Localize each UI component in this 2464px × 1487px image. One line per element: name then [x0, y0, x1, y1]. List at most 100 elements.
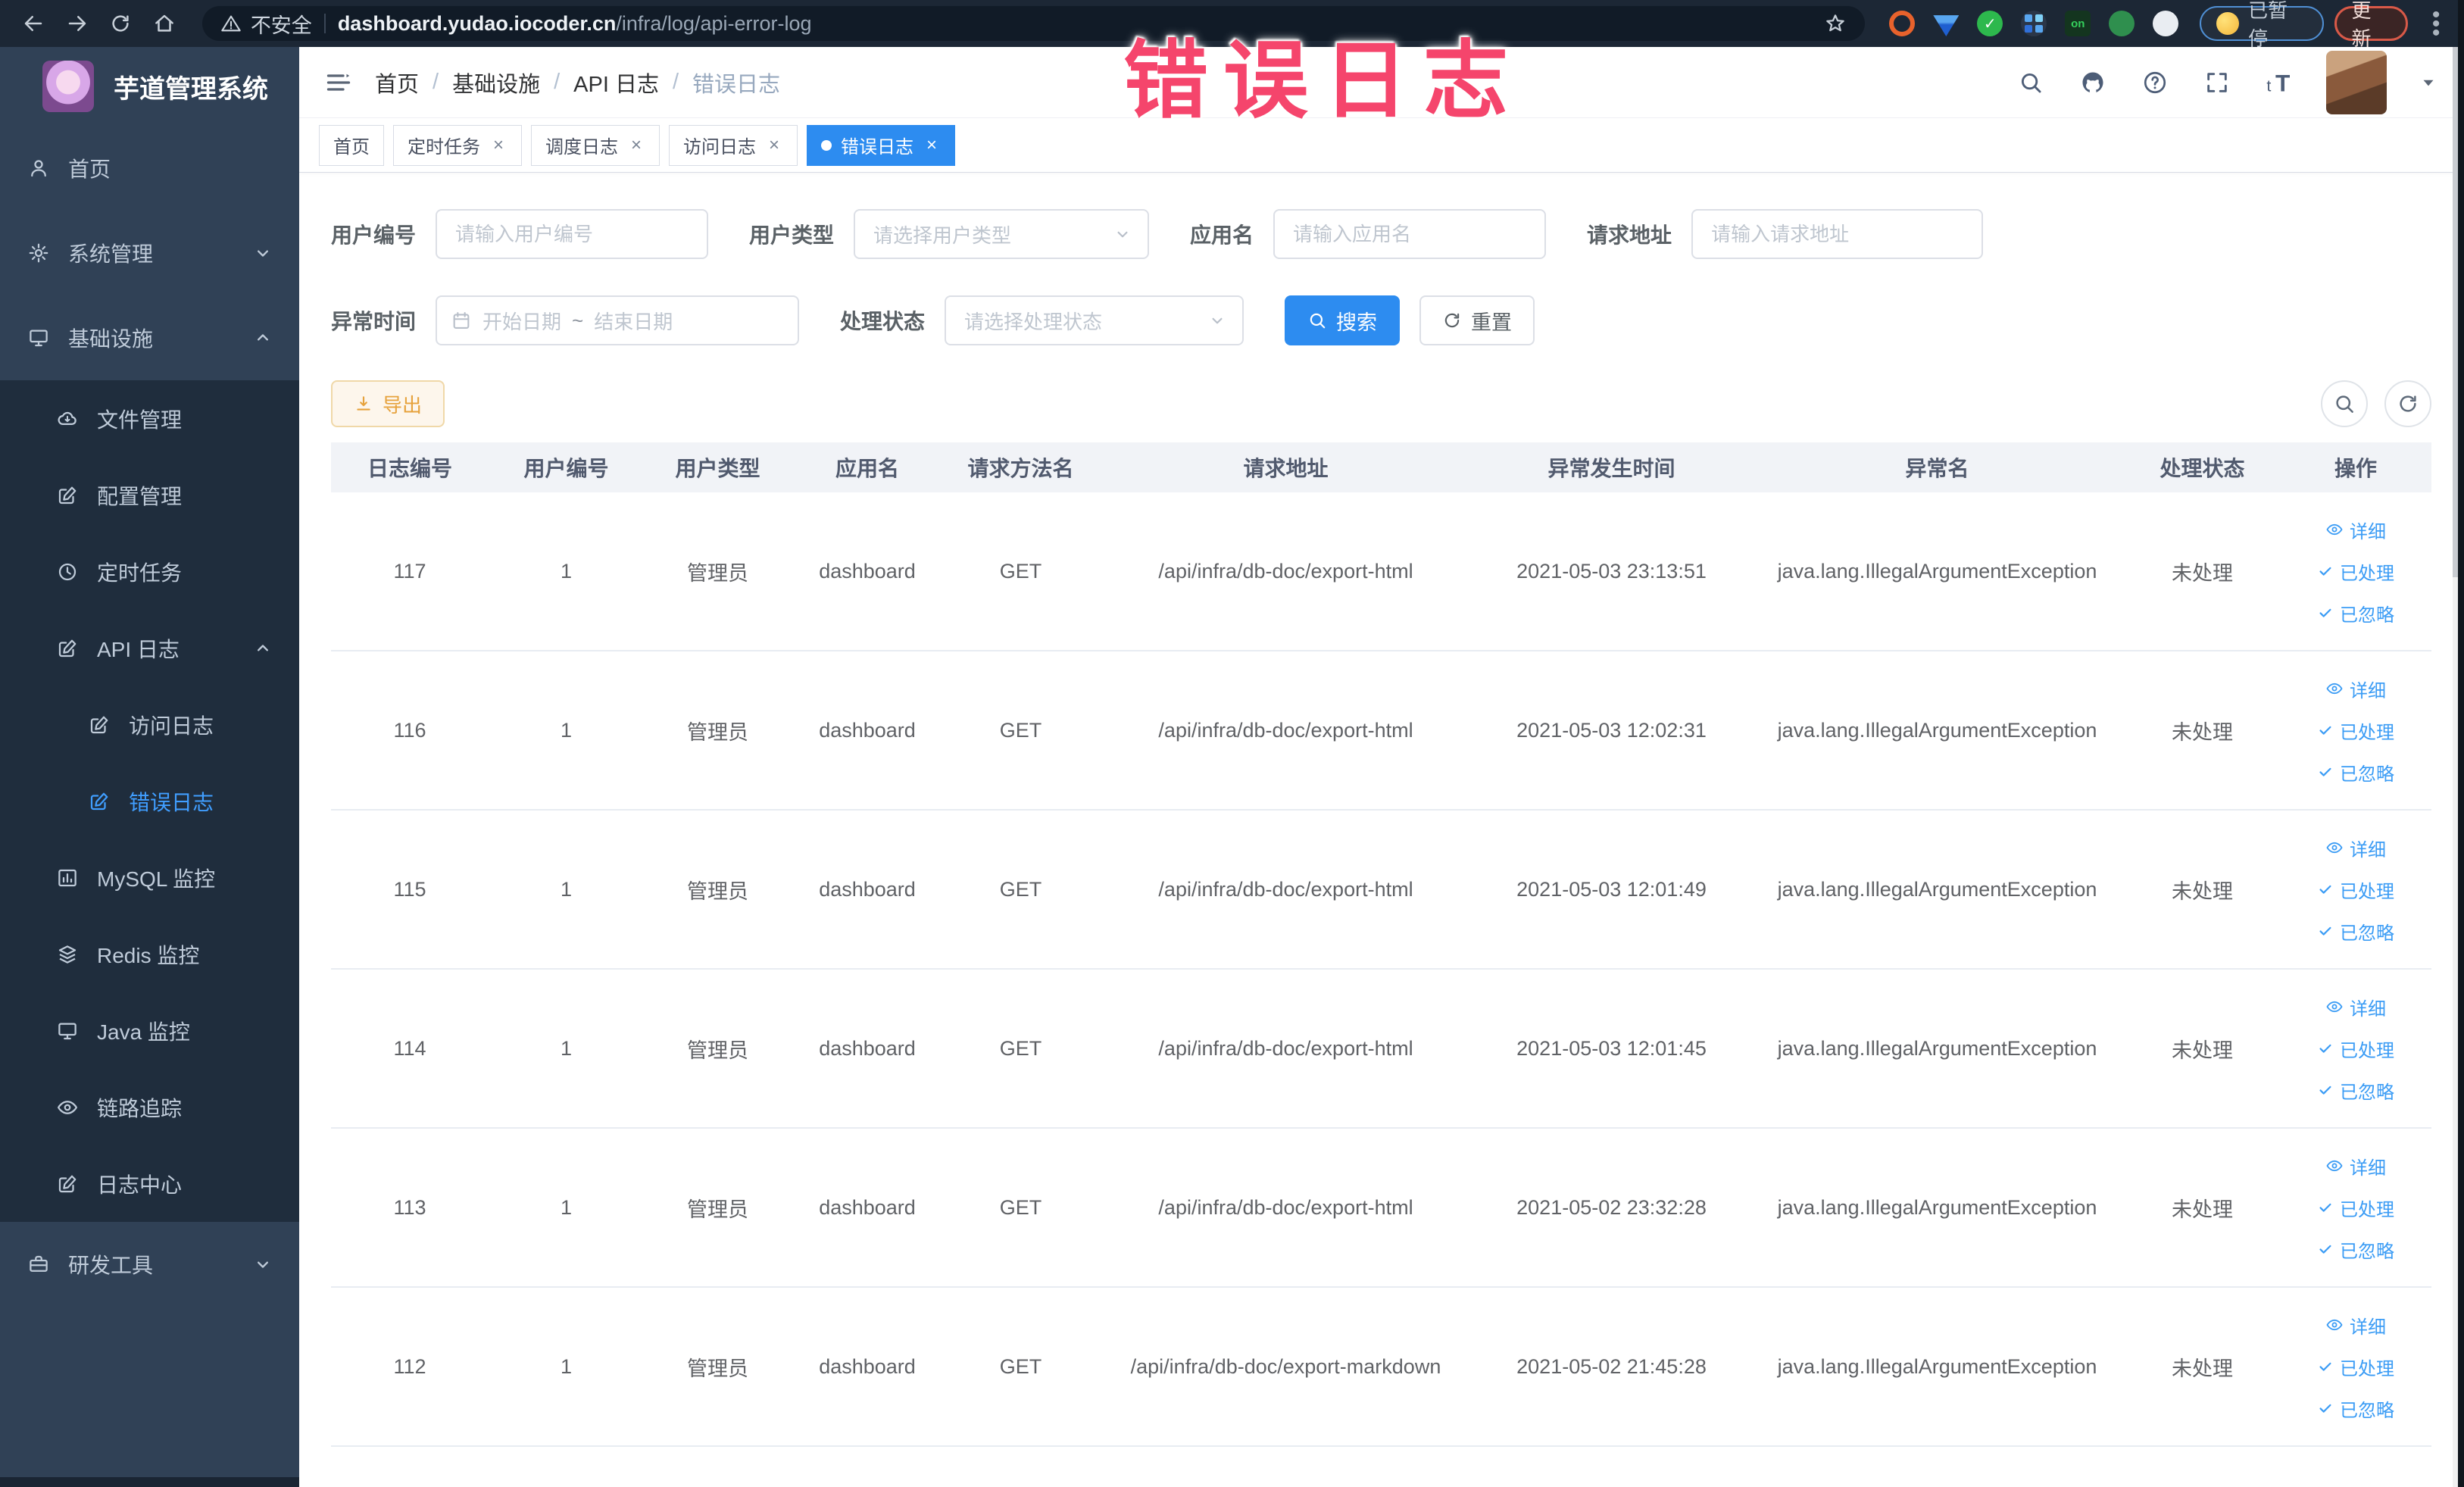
mark-ignored-link[interactable]: 已忽略	[2317, 1077, 2394, 1104]
extension-icon-green-leaf[interactable]	[2109, 11, 2135, 36]
user-id-input[interactable]	[436, 209, 709, 259]
mark-ignored-link[interactable]: 已忽略	[2317, 1395, 2394, 1422]
mark-ignored-link[interactable]: 已忽略	[2317, 759, 2394, 786]
browser-reload-button[interactable]	[104, 7, 137, 40]
breadcrumb-api-log[interactable]: API 日志	[573, 67, 659, 98]
close-icon[interactable]: ×	[923, 135, 941, 156]
user-type-cell: 管理员	[687, 1198, 748, 1221]
github-icon[interactable]	[2078, 67, 2108, 98]
exception-time-range-picker[interactable]: 开始日期 ~ 结束日期	[436, 295, 800, 345]
extension-icon-green-check[interactable]: ✓	[1977, 11, 2003, 36]
browser-forward-button[interactable]	[61, 7, 94, 40]
mark-ignored-link[interactable]: 已忽略	[2317, 600, 2394, 626]
search-icon[interactable]	[2016, 67, 2046, 98]
user-type-select[interactable]: 请选择用户类型	[854, 209, 1150, 259]
sidebar-item-home[interactable]: 首页	[0, 126, 299, 211]
extension-icon-blue-shield[interactable]	[1933, 15, 1960, 36]
close-icon[interactable]: ×	[489, 135, 507, 156]
mark-processed-link[interactable]: 已处理	[2317, 1036, 2394, 1062]
sidebar-item-scheduled-tasks[interactable]: 定时任务	[0, 533, 299, 610]
export-button[interactable]: 导出	[331, 380, 445, 427]
search-button[interactable]: 搜索	[1285, 295, 1401, 345]
app-name-input[interactable]	[1273, 209, 1547, 259]
mark-ignored-link[interactable]: 已忽略	[2317, 918, 2394, 945]
log-id-cell: 115	[393, 877, 426, 901]
breadcrumb-home[interactable]: 首页	[375, 67, 419, 98]
browser-update-button[interactable]: 更新	[2334, 0, 2409, 50]
security-indicator[interactable]: 不安全	[220, 9, 312, 39]
sidebar-item-access-log[interactable]: 访问日志	[0, 686, 299, 763]
user-avatar[interactable]	[2326, 50, 2387, 114]
tab-scheduled-tasks[interactable]: 定时任务 ×	[393, 124, 522, 166]
exception-name-cell: java.lang.IllegalArgumentException	[1777, 1354, 2097, 1378]
toggle-search-button[interactable]	[2321, 380, 2368, 427]
sidebar-item-error-log[interactable]: 错误日志	[0, 763, 299, 839]
address-bar[interactable]: 不安全 dashboard.yudao.iocoder.cn/infra/log…	[201, 6, 1866, 41]
edit-icon	[88, 714, 111, 736]
mark-processed-link[interactable]: 已处理	[2317, 558, 2394, 585]
reset-button[interactable]: 重置	[1419, 295, 1535, 345]
mark-processed-link[interactable]: 已处理	[2317, 1195, 2394, 1221]
tab-home[interactable]: 首页	[319, 124, 384, 166]
close-icon[interactable]: ×	[627, 135, 645, 156]
exception-time-cell: 2021-05-02 23:32:28	[1516, 1195, 1707, 1219]
detail-link[interactable]: 详细	[2325, 517, 2386, 543]
browser-home-button[interactable]	[148, 7, 181, 40]
extension-icon-grid[interactable]	[2021, 11, 2047, 36]
sidebar-item-infrastructure[interactable]: 基础设施	[0, 295, 299, 380]
browser-back-button[interactable]	[17, 7, 50, 40]
detail-link[interactable]: 详细	[2325, 1312, 2386, 1339]
process-status-select[interactable]: 请选择处理状态	[945, 295, 1244, 345]
extension-icon-on-badge[interactable]: on	[2065, 11, 2091, 36]
refresh-table-button[interactable]	[2384, 380, 2431, 427]
sidebar-item-mysql-monitor[interactable]: MySQL 监控	[0, 839, 299, 916]
detail-link[interactable]: 详细	[2325, 835, 2386, 861]
detail-link[interactable]: 详细	[2325, 1153, 2386, 1179]
profile-paused-badge[interactable]: 已暂停	[2200, 0, 2324, 50]
user-type-cell: 管理员	[687, 1039, 748, 1062]
process-status-label: 处理状态	[840, 310, 926, 333]
layers-icon	[56, 943, 79, 966]
eye-icon	[2325, 1157, 2344, 1175]
tab-access-log[interactable]: 访问日志 ×	[669, 124, 798, 166]
divider	[323, 14, 326, 33]
sidebar-item-system-management[interactable]: 系统管理	[0, 211, 299, 295]
breadcrumb-infrastructure[interactable]: 基础设施	[452, 67, 540, 98]
extension-icon-puzzle[interactable]	[2153, 11, 2179, 36]
sidebar-item-config-management[interactable]: 配置管理	[0, 457, 299, 533]
fullscreen-icon[interactable]	[2202, 67, 2232, 98]
help-icon[interactable]	[2140, 67, 2170, 98]
detail-link[interactable]: 详细	[2325, 676, 2386, 702]
monitor-icon	[56, 1020, 79, 1042]
table-row: 116 1 管理员 dashboard GET /api/infra/db-do…	[331, 651, 2431, 811]
tab-schedule-log[interactable]: 调度日志 ×	[531, 124, 660, 166]
extension-icon-orange[interactable]	[1889, 11, 1916, 36]
browser-menu-icon[interactable]: • • •	[2425, 4, 2447, 45]
sidebar-item-log-center[interactable]: 日志中心	[0, 1145, 299, 1222]
bookmark-star-icon[interactable]	[1824, 12, 1847, 35]
app-logo-row[interactable]: 芋道管理系统	[0, 47, 299, 126]
sidebar-item-trace[interactable]: 链路追踪	[0, 1069, 299, 1145]
sidebar-item-redis-monitor[interactable]: Redis 监控	[0, 916, 299, 992]
font-size-icon[interactable]	[2264, 67, 2294, 98]
emoji-avatar-icon	[2216, 12, 2240, 35]
sidebar-item-dev-tools[interactable]: 研发工具	[0, 1222, 299, 1307]
mark-processed-link[interactable]: 已处理	[2317, 717, 2394, 744]
sidebar-item-file-management[interactable]: 文件管理	[0, 380, 299, 457]
close-icon[interactable]: ×	[765, 135, 783, 156]
scrollbar-thumb[interactable]	[2453, 47, 2458, 577]
sidebar-item-api-log[interactable]: API 日志	[0, 610, 299, 686]
mark-processed-link[interactable]: 已处理	[2317, 876, 2394, 903]
exception-name-cell: java.lang.IllegalArgumentException	[1777, 1195, 2097, 1219]
sidebar-toggle-icon[interactable]	[325, 69, 352, 96]
status-cell: 未处理	[2172, 1198, 2233, 1221]
sidebar-item-java-monitor[interactable]: Java 监控	[0, 992, 299, 1069]
mark-processed-link[interactable]: 已处理	[2317, 1354, 2394, 1380]
request-url-input[interactable]	[1691, 209, 1984, 259]
mark-ignored-link[interactable]: 已忽略	[2317, 1236, 2394, 1263]
avatar-caret-down-icon[interactable]	[2419, 73, 2438, 92]
tab-error-log[interactable]: 错误日志 ×	[807, 124, 955, 166]
status-cell: 未处理	[2172, 1357, 2233, 1380]
detail-link[interactable]: 详细	[2325, 994, 2386, 1020]
page-scrollbar[interactable]	[2453, 47, 2458, 1487]
